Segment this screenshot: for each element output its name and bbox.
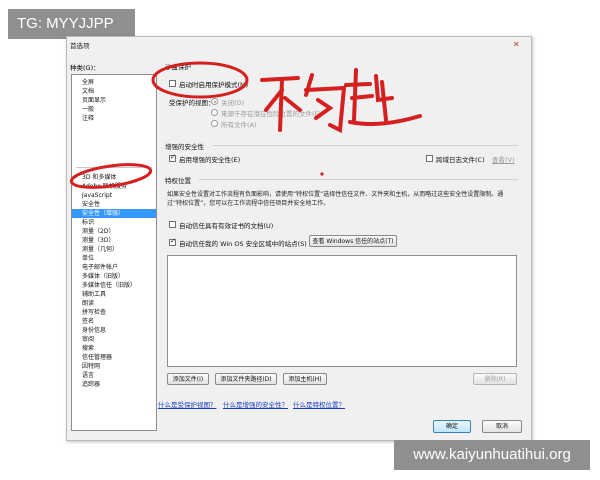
category-item[interactable]: 单位 bbox=[72, 254, 156, 263]
category-item[interactable]: 安全性 bbox=[72, 200, 156, 209]
radio-all-label: 所有文件(A) bbox=[221, 121, 257, 129]
protected-view-label: 受保护的视图： bbox=[169, 99, 215, 107]
category-item[interactable]: 朗读 bbox=[72, 299, 156, 308]
cross-domain-log-checkbox[interactable] bbox=[426, 155, 433, 162]
link-protected-view[interactable]: 什么是受保护视图？ bbox=[158, 399, 217, 409]
add-folder-button[interactable]: 添加文件夹路径(D) bbox=[215, 373, 277, 385]
watermark: www.kaiyunhuatihui.org bbox=[394, 440, 590, 470]
category-item[interactable]: JavaScript bbox=[72, 191, 156, 200]
category-item[interactable]: 拼写检查 bbox=[72, 308, 156, 317]
category-item[interactable]: 签名 bbox=[72, 317, 156, 326]
category-item[interactable]: 全屏 bbox=[72, 78, 156, 87]
privileged-sites-list[interactable] bbox=[167, 255, 517, 367]
ok-button[interactable]: 确定 bbox=[433, 420, 471, 433]
enhanced-heading: 增强的安全性 bbox=[165, 143, 204, 151]
preferences-dialog: 首选项 ✕ 种类(G)： 全屏 文档 页面显示 一般 注释 3D 和多媒体 Adobe 联机… bbox=[66, 36, 532, 441]
category-item[interactable]: 注释 bbox=[72, 114, 156, 123]
radio-off-label: 关闭(O) bbox=[221, 99, 245, 107]
auto-trust-certified-checkbox[interactable] bbox=[169, 221, 176, 228]
auto-trust-win-sites-label: 自动信任我的 Win OS 安全区域中的站点(S) bbox=[179, 240, 307, 248]
add-file-button[interactable]: 添加文件(I) bbox=[167, 373, 209, 385]
radio-all-files[interactable] bbox=[211, 120, 218, 127]
privileged-description: 如果安全性设置对工作流程有负面影响，请使用“特权位置”选择性信任文件、文件夹和主… bbox=[167, 191, 504, 207]
title-bar[interactable]: 首选项 ✕ bbox=[67, 37, 531, 53]
category-item[interactable]: 一般 bbox=[72, 105, 156, 114]
view-windows-sites-button[interactable]: 查看 Windows 信任的站点(T) bbox=[309, 235, 397, 247]
category-item[interactable]: 页面显示 bbox=[72, 96, 156, 105]
category-item[interactable]: 语言 bbox=[72, 371, 156, 380]
category-item[interactable]: 因特网 bbox=[72, 362, 156, 371]
privileged-divider bbox=[199, 179, 518, 180]
radio-unsafe-locations[interactable] bbox=[211, 109, 218, 116]
cancel-button[interactable]: 取消 bbox=[482, 420, 522, 433]
view-log-link[interactable]: 查看(V) bbox=[492, 154, 515, 164]
protected-mode-checkbox[interactable] bbox=[169, 80, 176, 87]
category-item[interactable]: 测量（2D） bbox=[72, 227, 156, 236]
enhanced-security-checkbox[interactable] bbox=[169, 153, 176, 162]
category-item[interactable]: 信任管理器 bbox=[72, 353, 156, 362]
category-item[interactable]: 文档 bbox=[72, 87, 156, 96]
link-enhanced-security[interactable]: 什么是增强的安全性？ bbox=[223, 399, 288, 409]
privileged-heading: 特权位置 bbox=[165, 177, 191, 185]
cross-domain-log-label: 跨域日志文件(C) bbox=[436, 156, 485, 164]
radio-off[interactable] bbox=[211, 98, 218, 105]
protected-mode-label: 启动时启用保护模式(M) bbox=[179, 81, 249, 89]
categories-label: 种类(G)： bbox=[70, 64, 100, 72]
category-item[interactable]: 测量（3D） bbox=[72, 236, 156, 245]
link-privileged-locations[interactable]: 什么是特权位置？ bbox=[293, 399, 345, 409]
auto-trust-win-sites-checkbox[interactable] bbox=[169, 237, 176, 246]
dialog-title: 首选项 bbox=[70, 42, 90, 50]
category-item[interactable]: 3D 和多媒体 bbox=[72, 173, 156, 182]
category-item[interactable]: 测量（几何） bbox=[72, 245, 156, 254]
categories-list[interactable]: 全屏 文档 页面显示 一般 注释 3D 和多媒体 Adobe 联机服务 JavaScript 安… bbox=[71, 74, 157, 431]
category-item[interactable]: 多媒体信任（旧版） bbox=[72, 281, 156, 290]
category-item[interactable]: 搜索 bbox=[72, 344, 156, 353]
enhanced-security-label: 启用增强的安全性(E) bbox=[179, 156, 241, 164]
category-divider bbox=[76, 167, 152, 168]
category-item[interactable]: Adobe 联机服务 bbox=[72, 182, 156, 191]
category-item-selected[interactable]: 安全性（增强） bbox=[72, 209, 156, 218]
category-item[interactable]: 追踪器 bbox=[72, 380, 156, 389]
enhanced-divider bbox=[213, 145, 518, 146]
category-item[interactable]: 电子邮件帐户 bbox=[72, 263, 156, 272]
remove-button[interactable]: 删除(R) bbox=[473, 373, 517, 385]
category-item[interactable]: 标识 bbox=[72, 218, 156, 227]
category-item[interactable]: 辅助工具 bbox=[72, 290, 156, 299]
category-item[interactable]: 身份信息 bbox=[72, 326, 156, 335]
close-icon[interactable]: ✕ bbox=[513, 40, 520, 49]
tag-label: TG: MYYJJPP bbox=[8, 9, 135, 39]
settings-panel: 沙盒保护 启动时启用保护模式(M) 受保护的视图： 关闭(O) 来源于存在潜在危… bbox=[163, 57, 523, 402]
category-item[interactable]: 审阅 bbox=[72, 335, 156, 344]
add-host-button[interactable]: 添加主机(H) bbox=[283, 373, 327, 385]
sandbox-heading: 沙盒保护 bbox=[165, 63, 191, 71]
auto-trust-certified-label: 自动信任具有有效证书的文档(U) bbox=[179, 222, 274, 230]
category-item[interactable]: 多媒体（旧版） bbox=[72, 272, 156, 281]
radio-unsafe-label: 来源于存在潜在危险位置的文件(F) bbox=[221, 110, 321, 118]
